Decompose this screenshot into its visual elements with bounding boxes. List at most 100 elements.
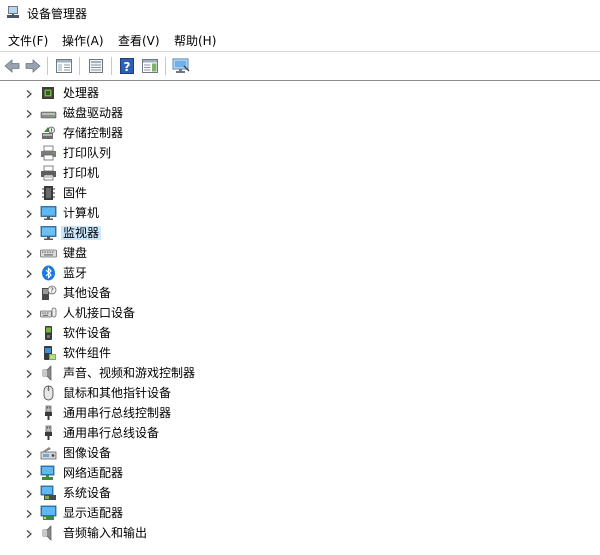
chevron-right-icon[interactable] bbox=[24, 508, 34, 518]
toolbar-separator bbox=[111, 57, 112, 75]
tree-node-storage-controller[interactable]: 存储控制器 bbox=[0, 123, 600, 143]
menu-help[interactable]: 帮助(H) bbox=[174, 32, 216, 49]
usb-device-icon bbox=[40, 425, 57, 441]
toolbar: ? bbox=[0, 51, 600, 79]
tree-node-firmware[interactable]: 固件 bbox=[0, 183, 600, 203]
tree-node-keyboard[interactable]: 键盘 bbox=[0, 243, 600, 263]
chevron-right-icon[interactable] bbox=[24, 168, 34, 178]
tree-node-network-adapter[interactable]: 网络适配器 bbox=[0, 463, 600, 483]
tree-node-label: 软件组件 bbox=[63, 346, 112, 360]
tree-node-printer[interactable]: 打印机 bbox=[0, 163, 600, 183]
tree-node-system-device[interactable]: 系统设备 bbox=[0, 483, 600, 503]
usb-icon bbox=[40, 405, 57, 421]
tree-node-speaker[interactable]: 声音、视频和游戏控制器 bbox=[0, 363, 600, 383]
software-component-icon bbox=[40, 345, 57, 361]
help-button[interactable]: ? bbox=[117, 56, 137, 76]
chevron-right-icon[interactable] bbox=[24, 408, 34, 418]
back-button[interactable] bbox=[2, 56, 22, 76]
tree-node-monitor[interactable]: 监视器 bbox=[0, 223, 600, 243]
chevron-right-icon[interactable] bbox=[24, 368, 34, 378]
chevron-right-icon[interactable] bbox=[24, 488, 34, 498]
storage-controller-icon bbox=[40, 125, 57, 141]
tree-node-disk-drive[interactable]: 磁盘驱动器 bbox=[0, 103, 600, 123]
window-title: 设备管理器 bbox=[27, 7, 88, 21]
tree-node-label: 音频输入和输出 bbox=[63, 526, 148, 540]
tree-node-software-device[interactable]: 软件设备 bbox=[0, 323, 600, 343]
chevron-right-icon[interactable] bbox=[24, 528, 34, 538]
tree-node-processor[interactable]: 处理器 bbox=[0, 83, 600, 103]
chevron-right-icon[interactable] bbox=[24, 228, 34, 238]
other-devices-icon: ? bbox=[40, 285, 57, 301]
firmware-icon bbox=[40, 185, 57, 201]
properties-pane-icon bbox=[56, 59, 72, 73]
chevron-right-icon[interactable] bbox=[24, 428, 34, 438]
print-queue-icon bbox=[40, 145, 57, 161]
menu-action[interactable]: 操作(A) bbox=[62, 32, 104, 49]
menu-view[interactable]: 查看(V) bbox=[118, 32, 160, 49]
action-pane-icon bbox=[142, 59, 158, 73]
action-pane-button[interactable] bbox=[140, 56, 160, 76]
chevron-right-icon[interactable] bbox=[24, 468, 34, 478]
tree-node-label: 通用串行总线控制器 bbox=[63, 406, 172, 420]
tree-node-label: 处理器 bbox=[63, 86, 100, 100]
tree-node-label: 磁盘驱动器 bbox=[63, 106, 124, 120]
tree-node-label: 存储控制器 bbox=[63, 126, 124, 140]
tree-node-label: 监视器 bbox=[61, 226, 102, 240]
printer-icon bbox=[40, 165, 57, 181]
forward-icon bbox=[25, 59, 41, 73]
imaging-device-icon bbox=[40, 445, 57, 461]
chevron-right-icon[interactable] bbox=[24, 448, 34, 458]
tree-node-hid[interactable]: 人机接口设备 bbox=[0, 303, 600, 323]
svg-text:?: ? bbox=[124, 60, 131, 74]
tree-node-display-adapter[interactable]: 显示适配器 bbox=[0, 503, 600, 523]
device-tree[interactable]: 处理器 磁盘驱动器 存储控制器 打印队列 打印机 固件 计算机 监视器 键盘 蓝牙? 其他设备 人机接… bbox=[0, 80, 600, 555]
tree-node-label: 打印机 bbox=[63, 166, 100, 180]
chevron-right-icon[interactable] bbox=[24, 208, 34, 218]
chevron-right-icon[interactable] bbox=[24, 88, 34, 98]
chevron-right-icon[interactable] bbox=[24, 148, 34, 158]
bluetooth-icon bbox=[40, 265, 57, 281]
chevron-right-icon[interactable] bbox=[24, 108, 34, 118]
chevron-right-icon[interactable] bbox=[24, 288, 34, 298]
tree-node-label: 蓝牙 bbox=[63, 266, 88, 280]
tree-node-other-devices[interactable]: ? 其他设备 bbox=[0, 283, 600, 303]
toolbar-separator bbox=[47, 57, 48, 75]
tree-node-mouse[interactable]: 鼠标和其他指针设备 bbox=[0, 383, 600, 403]
tree-node-audio-io[interactable]: 音频输入和输出 bbox=[0, 523, 600, 543]
keyboard-icon bbox=[40, 245, 57, 261]
tree-node-label: 声音、视频和游戏控制器 bbox=[63, 366, 196, 380]
system-device-icon bbox=[40, 485, 57, 501]
tree-node-label: 系统设备 bbox=[63, 486, 112, 500]
chevron-right-icon[interactable] bbox=[24, 308, 34, 318]
tree-node-print-queue[interactable]: 打印队列 bbox=[0, 143, 600, 163]
chevron-right-icon[interactable] bbox=[24, 128, 34, 138]
console-button[interactable] bbox=[86, 56, 106, 76]
network-adapter-icon bbox=[40, 465, 57, 481]
chevron-right-icon[interactable] bbox=[24, 348, 34, 358]
chevron-right-icon[interactable] bbox=[24, 248, 34, 258]
tree-node-label: 键盘 bbox=[63, 246, 88, 260]
chevron-right-icon[interactable] bbox=[24, 188, 34, 198]
mouse-icon bbox=[40, 385, 57, 401]
chevron-right-icon[interactable] bbox=[24, 388, 34, 398]
show-hide-console-tree-button[interactable] bbox=[54, 56, 74, 76]
tree-node-usb[interactable]: 通用串行总线控制器 bbox=[0, 403, 600, 423]
device-manager-app-icon bbox=[7, 6, 19, 18]
audio-io-icon bbox=[40, 525, 57, 541]
speaker-icon bbox=[40, 365, 57, 381]
back-icon bbox=[4, 59, 20, 73]
tree-node-bluetooth[interactable]: 蓝牙 bbox=[0, 263, 600, 283]
tree-node-label: 打印队列 bbox=[63, 146, 112, 160]
tree-node-label: 其他设备 bbox=[63, 286, 112, 300]
console-icon bbox=[89, 59, 103, 73]
tree-node-computer[interactable]: 计算机 bbox=[0, 203, 600, 223]
menu-file[interactable]: 文件(F) bbox=[8, 32, 48, 49]
scan-hardware-button[interactable] bbox=[171, 56, 191, 76]
forward-button[interactable] bbox=[23, 56, 43, 76]
tree-node-usb-device[interactable]: 通用串行总线设备 bbox=[0, 423, 600, 443]
chevron-right-icon[interactable] bbox=[24, 328, 34, 338]
chevron-right-icon[interactable] bbox=[24, 268, 34, 278]
tree-node-label: 网络适配器 bbox=[63, 466, 124, 480]
tree-node-imaging-device[interactable]: 图像设备 bbox=[0, 443, 600, 463]
tree-node-software-component[interactable]: 软件组件 bbox=[0, 343, 600, 363]
